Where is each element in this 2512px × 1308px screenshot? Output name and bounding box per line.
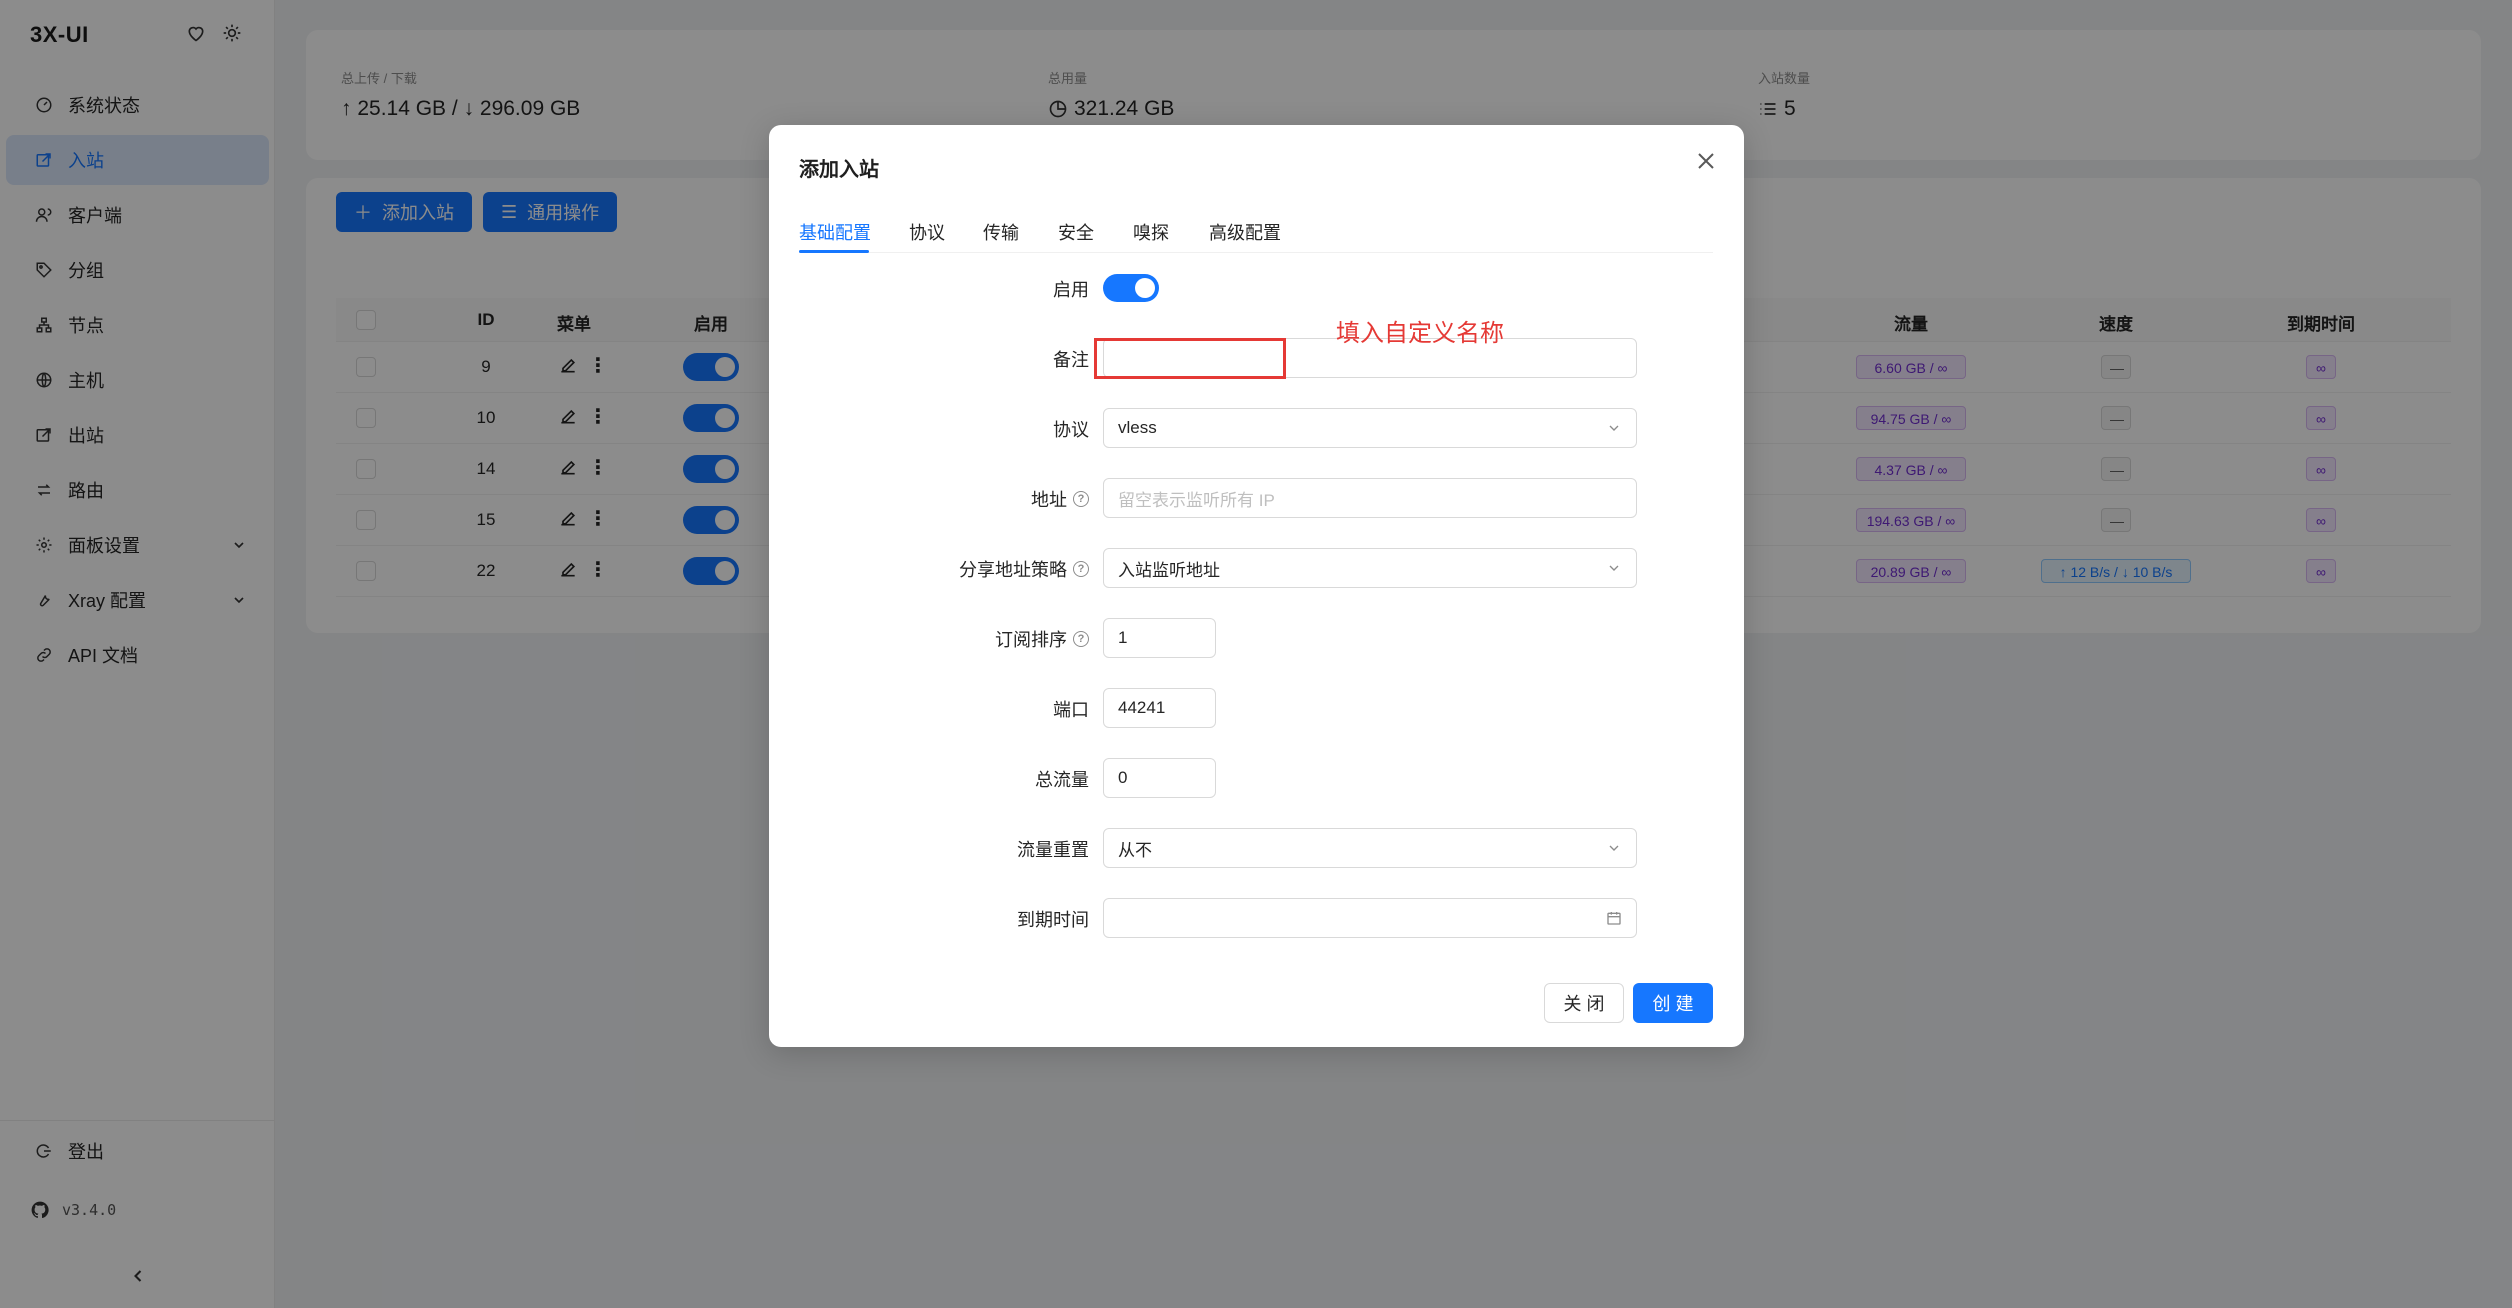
total-traffic-label: 总流量 (1035, 766, 1089, 792)
chevron-down-icon (1609, 425, 1619, 431)
tab-transport[interactable]: 传输 (983, 219, 1019, 245)
sub-order-label-text: 订阅排序 (995, 630, 1067, 650)
active-tab-indicator (799, 250, 869, 253)
modal-title: 添加入站 (799, 159, 879, 181)
tab-advanced[interactable]: 高级配置 (1209, 219, 1281, 245)
traffic-reset-select[interactable]: 从不 (1103, 828, 1637, 868)
enable-switch[interactable] (1103, 274, 1159, 302)
share-strategy-label: 分享地址策略 ? (959, 556, 1089, 582)
expiry-date-picker[interactable] (1103, 898, 1637, 938)
chevron-down-icon (1609, 845, 1619, 851)
chevron-down-icon (1609, 565, 1619, 571)
address-label: 地址 ? (1031, 486, 1089, 512)
traffic-reset-label-text: 流量重置 (1017, 840, 1089, 860)
expiry-label: 到期时间 (1017, 906, 1089, 932)
close-icon[interactable] (1694, 149, 1718, 173)
calendar-icon (1607, 912, 1621, 925)
enable-label-text: 启用 (1053, 280, 1089, 300)
tab-protocol[interactable]: 协议 (909, 219, 945, 245)
tab-security[interactable]: 安全 (1058, 219, 1094, 245)
help-icon[interactable]: ? (1073, 491, 1089, 507)
port-label: 端口 (1053, 696, 1089, 722)
remark-label-text: 备注 (1053, 350, 1089, 370)
expiry-label-text: 到期时间 (1017, 910, 1089, 930)
enable-label: 启用 (1053, 276, 1089, 302)
traffic-reset-value: 从不 (1118, 840, 1152, 860)
protocol-select[interactable]: vless (1103, 408, 1637, 448)
traffic-reset-label: 流量重置 (1017, 836, 1089, 862)
address-placeholder: 留空表示监听所有 IP (1118, 490, 1275, 510)
remark-label: 备注 (1053, 346, 1089, 372)
help-icon[interactable]: ? (1073, 561, 1089, 577)
address-input[interactable]: 留空表示监听所有 IP (1103, 478, 1637, 518)
port-value: 44241 (1118, 698, 1166, 717)
protocol-value: vless (1118, 418, 1157, 437)
tab-basic-config[interactable]: 基础配置 (799, 219, 871, 245)
tab-sniffing[interactable]: 嗅探 (1133, 219, 1169, 245)
address-label-text: 地址 (1031, 490, 1067, 510)
create-button[interactable]: 创 建 (1633, 983, 1713, 1023)
total-traffic-label-text: 总流量 (1035, 770, 1089, 790)
protocol-label: 协议 (1053, 416, 1089, 442)
share-strategy-select[interactable]: 入站监听地址 (1103, 548, 1637, 588)
share-strategy-value: 入站监听地址 (1118, 560, 1220, 580)
sub-order-label: 订阅排序 ? (995, 626, 1089, 652)
total-traffic-input[interactable]: 0 (1103, 758, 1216, 798)
port-input[interactable]: 44241 (1103, 688, 1216, 728)
close-button[interactable]: 关 闭 (1544, 983, 1624, 1023)
annotation-highlight-box (1094, 338, 1286, 379)
modal-tabs: 基础配置 协议 传输 安全 嗅探 高级配置 (799, 205, 1713, 253)
total-traffic-value: 0 (1118, 768, 1128, 787)
protocol-label-text: 协议 (1053, 420, 1089, 440)
help-icon[interactable]: ? (1073, 631, 1089, 647)
annotation-text: 填入自定义名称 (1336, 320, 1504, 347)
share-label-text: 分享地址策略 (959, 560, 1067, 580)
port-label-text: 端口 (1053, 700, 1089, 720)
sub-order-value: 1 (1118, 628, 1128, 647)
add-inbound-modal: 添加入站 基础配置 协议 传输 安全 嗅探 高级配置 启用 备注 填入自定义名称… (769, 125, 1744, 1047)
sub-order-input[interactable]: 1 (1103, 618, 1216, 658)
